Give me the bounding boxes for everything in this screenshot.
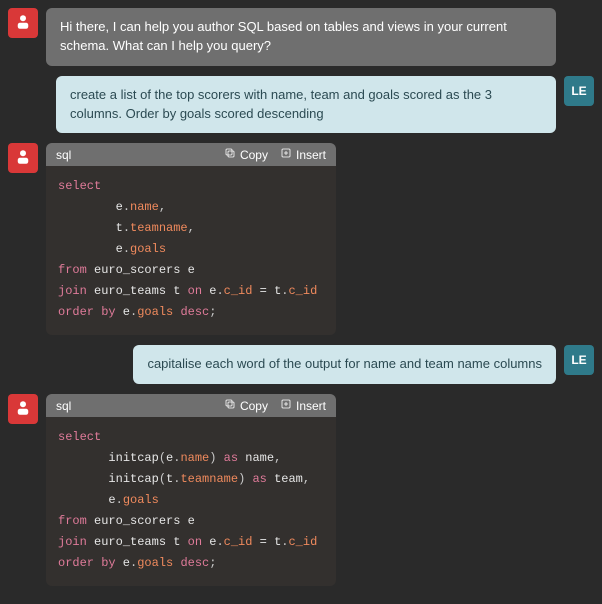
code-language-label: sql: [56, 148, 71, 162]
code-header: sql Copy Insert: [46, 394, 336, 417]
bot-avatar: [8, 394, 38, 424]
copy-button[interactable]: Copy: [224, 398, 268, 413]
user-message-text: capitalise each word of the output for n…: [133, 345, 556, 384]
insert-label: Insert: [296, 399, 326, 413]
insert-button[interactable]: Insert: [280, 147, 326, 162]
bot-icon: [14, 13, 32, 34]
copy-label: Copy: [240, 148, 268, 162]
bot-icon: [14, 148, 32, 169]
code-content[interactable]: select initcap(e.name) as name, initcap(…: [46, 417, 336, 586]
insert-icon: [280, 398, 292, 413]
code-header: sql Copy Insert: [46, 143, 336, 166]
insert-label: Insert: [296, 148, 326, 162]
bot-avatar: [8, 8, 38, 38]
user-message-row: capitalise each word of the output for n…: [8, 345, 594, 384]
code-content[interactable]: select e.name, t.teamname, e.goals from …: [46, 166, 336, 335]
bot-icon: [14, 399, 32, 420]
bot-avatar: [8, 143, 38, 173]
code-block: sql Copy Insert sel: [46, 143, 336, 335]
bot-message-text: Hi there, I can help you author SQL base…: [46, 8, 556, 66]
code-block: sql Copy Insert sel: [46, 394, 336, 586]
insert-icon: [280, 147, 292, 162]
bot-code-row: sql Copy Insert sel: [8, 143, 594, 335]
copy-label: Copy: [240, 399, 268, 413]
user-message-text: create a list of the top scorers with na…: [56, 76, 556, 134]
insert-button[interactable]: Insert: [280, 398, 326, 413]
bot-code-row: sql Copy Insert sel: [8, 394, 594, 586]
copy-icon: [224, 147, 236, 162]
user-message-row: create a list of the top scorers with na…: [8, 76, 594, 134]
bot-message-row: Hi there, I can help you author SQL base…: [8, 8, 594, 66]
user-avatar: LE: [564, 76, 594, 106]
copy-icon: [224, 398, 236, 413]
copy-button[interactable]: Copy: [224, 147, 268, 162]
code-language-label: sql: [56, 399, 71, 413]
user-avatar: LE: [564, 345, 594, 375]
